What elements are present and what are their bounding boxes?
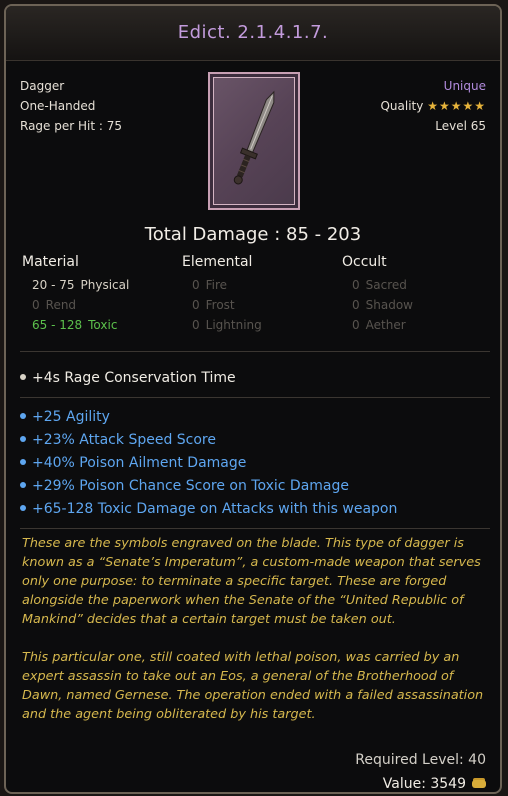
damage-row: 65 - 128 Toxic	[32, 318, 117, 332]
modifier-text: +29% Poison Chance Score on Toxic Damage	[32, 478, 349, 494]
damage-value: 0	[352, 318, 360, 332]
damage-type-label: Frost	[205, 298, 235, 312]
damage-type-label: Aether	[365, 318, 406, 332]
item-tooltip: Edict. 2.1.4.1.7. Dagger One-Handed Rage…	[4, 4, 502, 794]
total-damage: Total Damage : 85 - 203	[144, 224, 362, 245]
damage-value: 0	[192, 298, 200, 312]
divider	[20, 351, 490, 352]
dagger-icon	[233, 90, 275, 185]
lore-paragraph: These are the symbols engraved on the bl…	[22, 536, 481, 627]
damage-type-label: Rend	[45, 298, 77, 312]
damage-value: 0	[352, 278, 360, 292]
lore-paragraph: This particular one, still coated with l…	[22, 650, 484, 722]
gold-coin-icon	[472, 780, 486, 788]
bullet-icon	[20, 413, 26, 419]
damage-type-label: Lightning	[205, 318, 262, 332]
modifier-item: +25 Agility	[20, 407, 110, 427]
damage-value: 0	[192, 278, 200, 292]
damage-type-label: Fire	[205, 278, 228, 292]
bullet-icon	[20, 482, 26, 488]
damage-row: 0 Shadow	[352, 298, 413, 312]
divider	[20, 528, 490, 529]
damage-value: 65 - 128	[32, 318, 83, 332]
modifier-item: +65-128 Toxic Damage on Attacks with thi…	[20, 499, 397, 519]
damage-row: 0 Aether	[352, 318, 406, 332]
damage-column-header: Elemental	[182, 254, 253, 270]
divider	[20, 397, 490, 398]
damage-row: 0 Frost	[192, 298, 235, 312]
damage-value: 0	[32, 298, 40, 312]
damage-value: 0	[192, 318, 200, 332]
bullet-icon	[20, 436, 26, 442]
base-property: +4s Rage Conservation Time	[20, 368, 236, 388]
bullet-icon	[20, 505, 26, 511]
rage-per-hit: Rage per Hit : 75	[20, 119, 122, 133]
damage-type-label: Toxic	[88, 318, 118, 332]
quality-label: Quality	[380, 99, 424, 113]
modifier-item: +40% Poison Ailment Damage	[20, 453, 246, 473]
damage-value: 20 - 75	[32, 278, 75, 292]
damage-column-header: Material	[22, 254, 79, 270]
item-value: Value: 3549	[383, 776, 486, 792]
modifier-text: +25 Agility	[32, 409, 110, 425]
damage-type-label: Physical	[80, 278, 130, 292]
item-lore: These are the symbols engraved on the bl…	[22, 534, 496, 724]
item-name: Edict. 2.1.4.1.7.	[177, 22, 329, 43]
item-rarity-info: Unique Quality ★★★★★ Level 65	[380, 76, 486, 136]
modifier-item: +23% Attack Speed Score	[20, 430, 216, 450]
item-type: Dagger	[20, 79, 65, 93]
item-value-text: Value: 3549	[382, 776, 466, 792]
modifier-text: +65-128 Toxic Damage on Attacks with thi…	[32, 501, 398, 517]
required-level: Required Level: 40	[355, 752, 486, 768]
item-level: Level 65	[435, 119, 486, 133]
bullet-icon	[20, 459, 26, 465]
item-basic-info: Dagger One-Handed Rage per Hit : 75	[20, 76, 122, 136]
item-portrait	[208, 72, 300, 210]
modifier-item: +29% Poison Chance Score on Toxic Damage	[20, 476, 349, 496]
modifier-text: +23% Attack Speed Score	[32, 432, 216, 448]
item-quality: Quality ★★★★★	[380, 96, 486, 116]
damage-row: 0 Fire	[192, 278, 227, 292]
item-rarity: Unique	[443, 79, 486, 93]
item-handedness: One-Handed	[20, 99, 96, 113]
bullet-icon	[20, 374, 26, 380]
damage-row: 0 Rend	[32, 298, 76, 312]
damage-column-header: Occult	[342, 254, 387, 270]
damage-row: 20 - 75 Physical	[32, 278, 129, 292]
damage-type-label: Shadow	[365, 298, 413, 312]
tooltip-header: Edict. 2.1.4.1.7.	[6, 6, 500, 61]
damage-row: 0 Sacred	[352, 278, 407, 292]
quality-stars-icon: ★★★★★	[427, 99, 486, 113]
base-property-text: +4s Rage Conservation Time	[32, 370, 236, 386]
modifier-text: +40% Poison Ailment Damage	[32, 455, 247, 471]
damage-type-label: Sacred	[365, 278, 407, 292]
damage-value: 0	[352, 298, 360, 312]
damage-row: 0 Lightning	[192, 318, 262, 332]
